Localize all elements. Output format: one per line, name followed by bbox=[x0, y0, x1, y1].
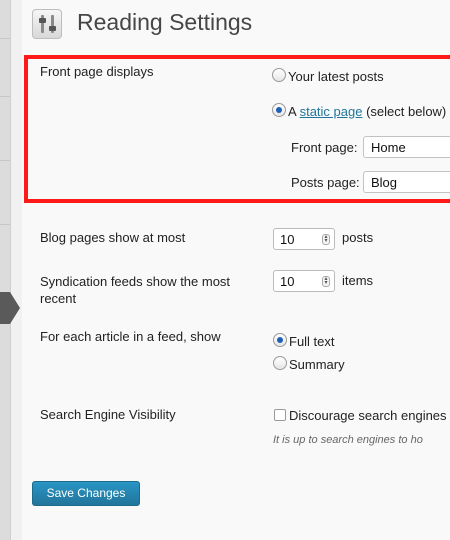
syndication-unit: items bbox=[342, 273, 374, 288]
current-menu-indicator bbox=[0, 292, 10, 324]
blog-pages-unit: posts bbox=[342, 230, 374, 245]
front-page-select[interactable]: Home bbox=[363, 136, 450, 158]
discourage-search-checkbox[interactable] bbox=[274, 409, 286, 421]
posts-page-select[interactable]: Blog bbox=[363, 171, 450, 193]
static-page-label: A static page (select below) bbox=[288, 104, 447, 119]
current-menu-arrow-icon bbox=[10, 292, 20, 324]
front-page-displays-label: Front page displays bbox=[40, 64, 154, 79]
admin-menu-strip bbox=[0, 0, 11, 540]
syndication-label: Syndication feeds show the most recent bbox=[40, 274, 231, 306]
summary-radio[interactable] bbox=[273, 356, 287, 370]
full-text-radio[interactable] bbox=[273, 333, 287, 347]
discourage-search-label: Discourage search engines bbox=[289, 408, 447, 423]
save-changes-button[interactable]: Save Changes bbox=[32, 481, 140, 506]
feed-article-label: For each article in a feed, show bbox=[40, 329, 221, 344]
stepper-icon[interactable]: ▴ ▾ bbox=[322, 234, 330, 245]
settings-content: Reading Settings Front page displays You… bbox=[22, 0, 450, 540]
posts-page-select-label: Posts page: bbox=[291, 175, 360, 190]
blog-pages-label: Blog pages show at most bbox=[40, 230, 186, 245]
syndication-input[interactable]: 10 ▴ ▾ bbox=[273, 270, 335, 292]
search-visibility-hint: It is up to search engines to ho bbox=[273, 434, 423, 446]
settings-sliders-icon bbox=[32, 9, 62, 39]
search-visibility-label: Search Engine Visibility bbox=[40, 407, 176, 422]
static-page-radio[interactable] bbox=[272, 103, 286, 117]
blog-pages-input[interactable]: 10 ▴ ▾ bbox=[273, 228, 335, 250]
latest-posts-label: Your latest posts bbox=[288, 69, 384, 84]
stepper-icon[interactable]: ▴ ▾ bbox=[322, 276, 330, 287]
latest-posts-radio[interactable] bbox=[272, 68, 286, 82]
page-title: Reading Settings bbox=[77, 9, 253, 35]
full-text-label: Full text bbox=[289, 334, 335, 349]
front-page-select-label: Front page: bbox=[291, 140, 358, 155]
static-page-link[interactable]: static page bbox=[300, 104, 363, 119]
summary-label: Summary bbox=[289, 357, 345, 372]
